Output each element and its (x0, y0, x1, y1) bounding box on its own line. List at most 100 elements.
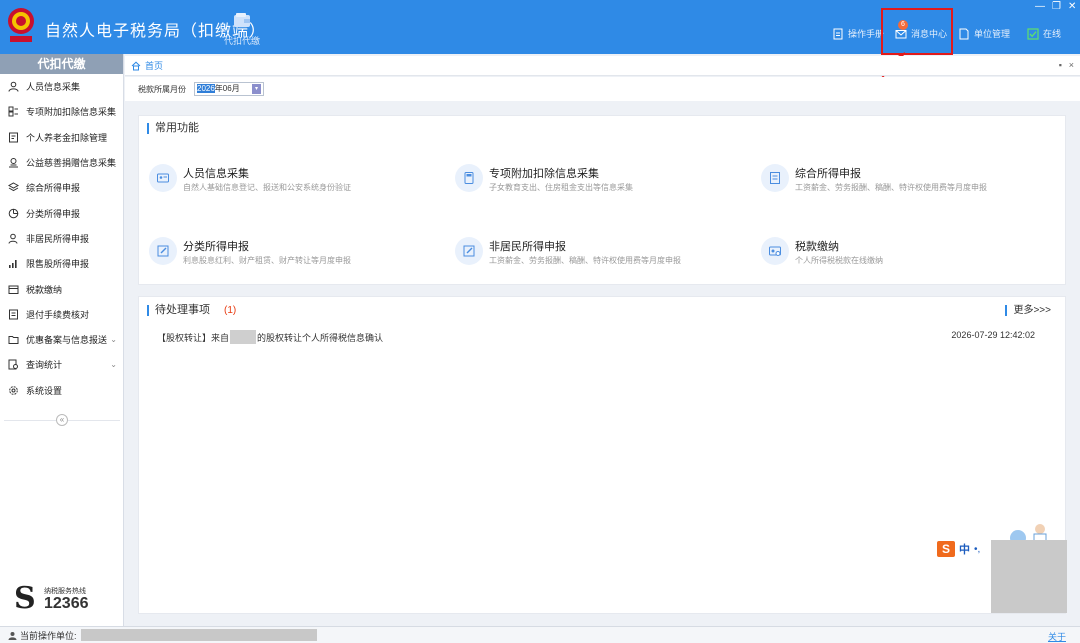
handshake-icon (9, 158, 18, 168)
func-tax-payment[interactable]: 税款缴纳 个人所得税税款在线缴纳 (755, 229, 1055, 289)
func-name: 分类所得申报 (183, 241, 249, 253)
search-doc-icon (8, 359, 18, 370)
func-desc: 个人所得税税款在线缴纳 (795, 256, 883, 265)
sidebar-item-tax-payment[interactable]: 税款缴纳 (0, 276, 123, 301)
manual-label: 操作手册 (848, 29, 885, 39)
maximize-panel-icon[interactable]: ▪ (1059, 60, 1062, 70)
func-person-info[interactable]: 人员信息采集 自然人基础信息登记、报送和公安系统身份验证 (143, 156, 443, 216)
func-name: 税款缴纳 (795, 241, 839, 253)
pending-items-count: (1) (224, 305, 237, 316)
nav-withholding-label: 代扣代缴 (223, 36, 260, 46)
breadcrumb-home[interactable]: 首页 (145, 59, 163, 72)
layers-icon (8, 182, 19, 192)
gear-icon (9, 385, 18, 395)
func-desc: 利息股息红利、财产租赁、财产转让等月度申报 (183, 256, 351, 265)
sidebar-item-person-info[interactable]: 人员信息采集 (0, 74, 123, 99)
sidebar-item-label: 个人养老金扣除管理 (26, 132, 108, 143)
wallet-icon (234, 13, 250, 27)
breadcrumb: 首页 ▪ × (125, 56, 1080, 76)
sidebar-item-classified[interactable]: 分类所得申报 (0, 200, 123, 225)
sidebar-collapse-button[interactable]: « (56, 414, 68, 426)
calendar-dropdown-icon[interactable]: ▾ (252, 84, 261, 94)
func-nonresident[interactable]: 非居民所得申报 工资薪金、劳务报酬、稿酬、特许权使用费等月度申报 (449, 229, 749, 289)
common-functions-panel: 常用功能 人员信息采集 自然人基础信息登记、报送和公安系统身份验证 专项附加扣除… (138, 115, 1066, 285)
wallet-icon (8, 285, 19, 294)
sidebar-item-label: 公益慈善捐赠信息采集 (26, 158, 117, 169)
pie-icon (8, 208, 19, 218)
func-desc: 自然人基础信息登记、报送和公安系统身份验证 (183, 183, 351, 192)
pending-item[interactable]: 【股权转让】来自 的股权转让个人所得税信息确认 (157, 330, 383, 344)
redacted-overlay (991, 540, 1067, 613)
func-special-deduction[interactable]: 专项附加扣除信息采集 子女教育支出、住房租金支出等信息采集 (449, 156, 749, 216)
chevron-down-icon: ⌄ (110, 360, 117, 370)
func-name: 综合所得申报 (795, 168, 861, 180)
sidebar-item-query-stats[interactable]: 查询统计 ⌄ (0, 352, 123, 377)
current-unit-label: 当前操作单位: (20, 630, 77, 641)
sidebar-item-nonresident[interactable]: 非居民所得申报 (0, 226, 123, 251)
unit-management-button[interactable]: 单位管理 (958, 27, 1010, 40)
user-icon (8, 233, 18, 244)
sidebar-item-label: 查询统计 (26, 360, 63, 371)
pending-item-prefix: 【股权转让】来自 (157, 332, 230, 343)
func-desc: 工资薪金、劳务报酬、稿酬、特许权使用费等月度申报 (795, 183, 987, 192)
redacted-name (230, 330, 257, 344)
service-hotline: S 纳税服务热线 12366 (14, 581, 114, 621)
restore-icon[interactable]: ❐ (1052, 1, 1061, 12)
close-panel-icon[interactable]: × (1069, 60, 1074, 70)
sidebar-heading: 代扣代缴 (0, 54, 123, 74)
calculator-icon (455, 164, 483, 192)
person-icon (8, 81, 19, 92)
nav-withholding[interactable]: 代扣代缴 (220, 12, 264, 47)
sidebar-item-refund-fee[interactable]: 退付手续费核对 (0, 302, 123, 327)
func-comprehensive[interactable]: 综合所得申报 工资薪金、劳务报酬、稿酬、特许权使用费等月度申报 (755, 156, 1055, 216)
online-status[interactable]: 在线 (1027, 27, 1061, 40)
sidebar-item-label: 系统设置 (26, 385, 63, 396)
close-icon[interactable]: ✕ (1068, 1, 1076, 12)
hotline-number: 12366 (44, 595, 89, 612)
period-month-input[interactable]: 2026年06月 ▾ (194, 82, 264, 96)
report-icon (761, 164, 789, 192)
home-icon (131, 61, 141, 70)
manual-button[interactable]: 操作手册 (832, 27, 884, 40)
document-icon (833, 28, 843, 39)
period-label: 税款所属月份 (138, 85, 186, 94)
checklist-icon (9, 309, 18, 320)
sidebar-item-label: 退付手续费核对 (26, 309, 90, 320)
sidebar-item-label: 人员信息采集 (26, 82, 81, 93)
sidebar-item-system-settings[interactable]: 系统设置 (0, 378, 123, 403)
folder-icon (8, 336, 19, 345)
sidebar-item-comprehensive[interactable]: 综合所得申报 (0, 175, 123, 200)
sidebar-item-restricted-stock[interactable]: 限售股所得申报 (0, 251, 123, 276)
grid-icon (8, 106, 18, 117)
status-bar: 当前操作单位: 关于 (0, 626, 1080, 643)
ime-punctuation: •, (974, 543, 981, 555)
sidebar-item-label: 分类所得申报 (26, 208, 81, 219)
edit-icon (149, 237, 177, 265)
func-name: 人员信息采集 (183, 168, 249, 180)
period-filter: 税款所属月份 2026年06月 ▾ (125, 77, 1080, 101)
func-desc: 工资薪金、劳务报酬、稿酬、特许权使用费等月度申报 (489, 256, 681, 265)
func-classified[interactable]: 分类所得申报 利息股息红利、财产租赁、财产转让等月度申报 (143, 229, 443, 289)
edit-icon (455, 237, 483, 265)
sogou-logo: S (937, 541, 955, 557)
input-method-bar[interactable]: S 中 •, (937, 540, 980, 558)
sidebar-item-special-deduction[interactable]: 专项附加扣除信息采集 (0, 99, 123, 124)
sidebar-item-pension[interactable]: 个人养老金扣除管理 (0, 125, 123, 150)
about-link[interactable]: 关于 (1048, 630, 1066, 643)
func-name: 专项附加扣除信息采集 (489, 168, 599, 180)
pending-items-panel: 待处理事项 (1) 更多>>> 【股权转让】来自 的股权转让个人所得税信息确认 … (138, 296, 1066, 614)
pending-item-suffix: 的股权转让个人所得税信息确认 (257, 332, 384, 343)
more-link[interactable]: 更多>>> (1005, 305, 1051, 316)
sidebar: 代扣代缴 人员信息采集 专项附加扣除信息采集 个人养老金扣除管理 公益慈善捐赠信… (0, 54, 124, 626)
minimize-icon[interactable]: — (1035, 1, 1045, 12)
unit-management-label: 单位管理 (974, 29, 1011, 39)
sidebar-item-charity[interactable]: 公益慈善捐赠信息采集 (0, 150, 123, 175)
id-card-icon (149, 164, 177, 192)
common-functions-title: 常用功能 (147, 123, 199, 134)
redacted-unit-name (80, 629, 317, 641)
sidebar-item-preferential-filing[interactable]: 优惠备案与信息报送 ⌄ (0, 327, 123, 352)
sidebar-item-label: 综合所得申报 (26, 183, 81, 194)
document-icon (9, 132, 18, 143)
sidebar-item-label: 专项附加扣除信息采集 (26, 107, 117, 118)
payment-icon (761, 237, 789, 265)
